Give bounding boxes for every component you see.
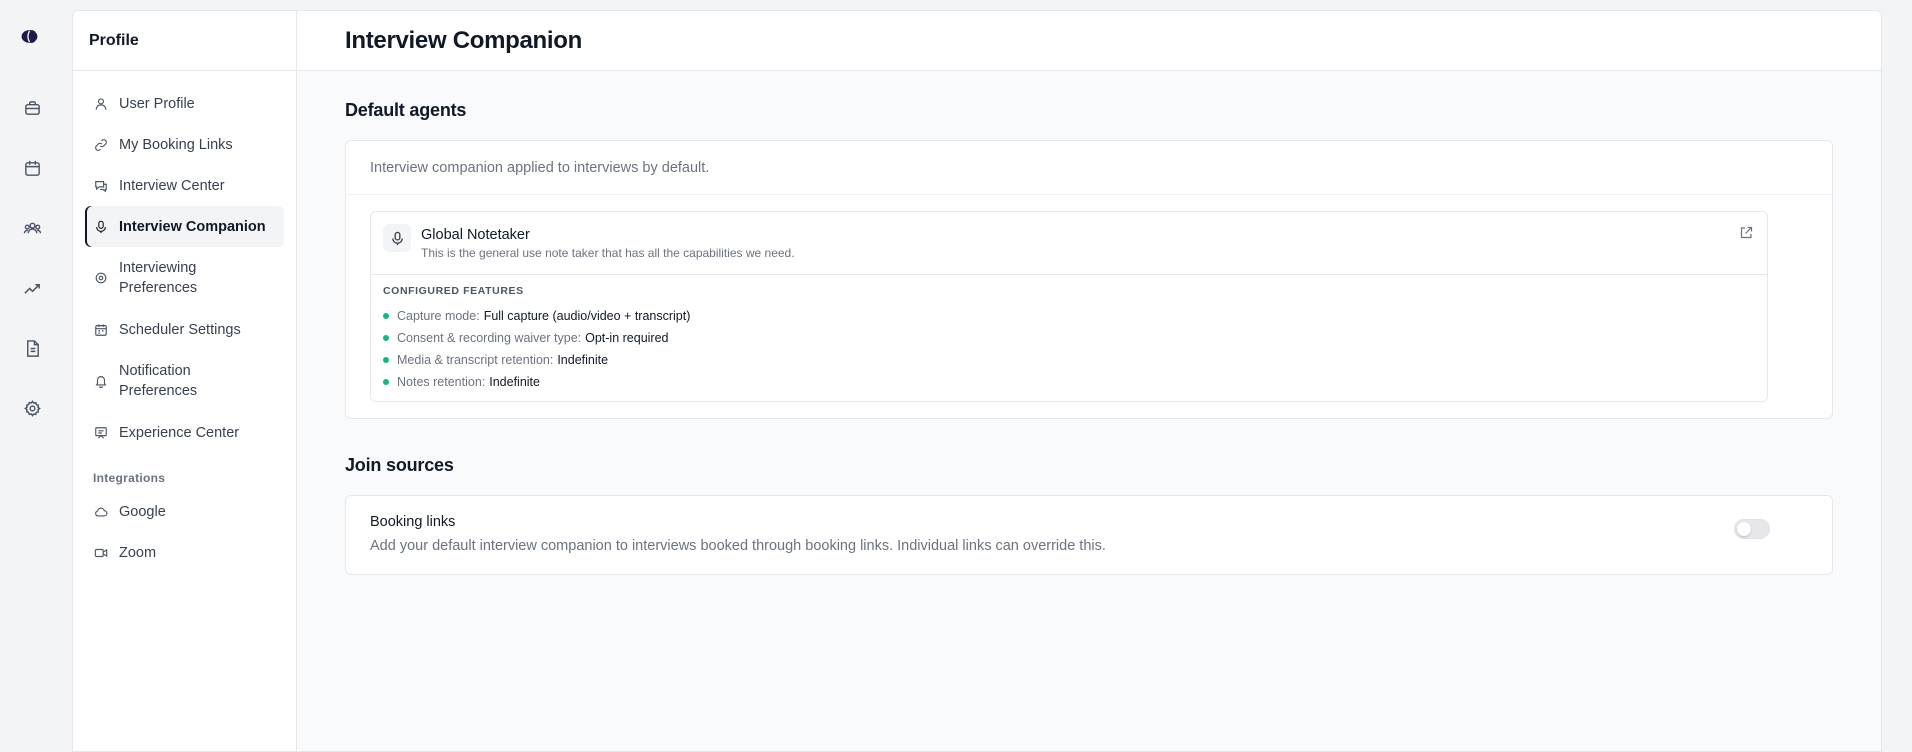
sidebar-item-label: Interviewing Preferences — [119, 260, 198, 296]
sidebar-item-label: Notification Preferences — [119, 363, 198, 399]
scrollbar[interactable] — [1882, 0, 1912, 752]
default-agents-description: Interview companion applied to interview… — [346, 141, 1832, 195]
booking-links-toggle[interactable] — [1734, 519, 1770, 539]
settings-shell: Profile User Profile My Booking Links In… — [72, 10, 1882, 752]
cloud-icon — [93, 504, 109, 520]
microphone-icon — [93, 219, 109, 235]
calendar-icon — [93, 322, 109, 338]
agent-name: Global Notetaker — [421, 227, 530, 243]
document-icon[interactable] — [20, 336, 44, 360]
profile-nav: User Profile My Booking Links Interview … — [73, 71, 296, 573]
sidebar-item-label: Google — [119, 503, 166, 520]
sidebar-item-interview-companion[interactable]: Interview Companion — [85, 206, 284, 247]
chat-icon — [93, 178, 109, 194]
agent-description: This is the general use note taker that … — [421, 246, 795, 260]
agent-card: Global Notetaker This is the general use… — [370, 211, 1768, 402]
sidebar-item-scheduler-settings[interactable]: Scheduler Settings — [85, 309, 284, 350]
sidebar-item-notification-preferences[interactable]: Notification Preferences — [85, 350, 284, 412]
logo-icon[interactable] — [20, 27, 44, 47]
sidebar-item-interview-center[interactable]: Interview Center — [85, 165, 284, 206]
agent-header: Global Notetaker This is the general use… — [371, 212, 1767, 275]
booking-links-card: Booking links Add your default interview… — [345, 495, 1833, 575]
feature-label: Consent & recording waiver type: — [397, 331, 582, 345]
status-dot — [383, 335, 389, 341]
status-dot — [383, 379, 389, 385]
feature-label: Media & transcript retention: — [397, 353, 554, 367]
feature-value: Opt-in required — [585, 331, 669, 345]
sidebar-item-interviewing-preferences[interactable]: Interviewing Preferences — [85, 247, 284, 309]
sidebar-item-label: Experience Center — [119, 424, 240, 441]
video-icon — [93, 545, 109, 561]
external-link-icon[interactable] — [1737, 224, 1755, 242]
users-icon[interactable] — [20, 216, 44, 240]
booking-links-description: Add your default interview companion to … — [370, 538, 1106, 554]
sidebar-item-label: Scheduler Settings — [119, 321, 241, 338]
status-dot — [383, 313, 389, 319]
briefcase-icon[interactable] — [20, 96, 44, 120]
agent-info: Global Notetaker This is the general use… — [421, 224, 795, 260]
main-content: Default agents Interview companion appli… — [297, 71, 1881, 751]
sidebar-title: Profile — [73, 11, 296, 71]
sidebar-item-experience-center[interactable]: Experience Center — [85, 412, 284, 453]
feature-value: Indefinite — [557, 353, 609, 367]
feature-label: Notes retention: — [397, 375, 486, 389]
bell-icon — [93, 373, 109, 389]
feature-label: Capture mode: — [397, 309, 480, 323]
feature-item: Consent & recording waiver type: Opt-in … — [383, 327, 1755, 349]
trending-icon[interactable] — [20, 276, 44, 300]
calendar-icon[interactable] — [20, 156, 44, 180]
configured-features: CONFIGURED FEATURES Capture mode: Full c… — [371, 275, 1767, 401]
features-title: CONFIGURED FEATURES — [383, 285, 524, 297]
booking-links-title: Booking links — [370, 514, 456, 530]
settings-icon[interactable] — [20, 396, 44, 420]
join-sources-heading: Join sources — [345, 455, 454, 475]
status-dot — [383, 357, 389, 363]
microphone-icon — [383, 224, 411, 252]
page-title: Interview Companion — [297, 11, 1881, 71]
sidebar-item-label: Interview Center — [119, 177, 225, 194]
feature-item: Media & transcript retention: Indefinite — [383, 349, 1755, 371]
toggle-knob — [1737, 522, 1751, 536]
presentation-icon — [93, 425, 109, 441]
sidebar-item-label: My Booking Links — [119, 136, 233, 153]
default-agents-card: Interview companion applied to interview… — [345, 140, 1833, 419]
feature-item: Notes retention: Indefinite — [383, 371, 1755, 393]
settings-icon — [93, 270, 109, 286]
sidebar-item-label: User Profile — [119, 95, 195, 112]
sidebar-item-label: Interview Companion — [119, 218, 266, 235]
feature-item: Capture mode: Full capture (audio/video … — [383, 305, 1755, 327]
profile-sidebar: Profile User Profile My Booking Links In… — [73, 11, 297, 751]
integrations-heading: Integrations — [93, 471, 166, 485]
sidebar-item-label: Zoom — [119, 544, 157, 561]
sidebar-item-user-profile[interactable]: User Profile — [85, 83, 284, 124]
sidebar-item-my-booking-links[interactable]: My Booking Links — [85, 124, 284, 165]
default-agents-heading: Default agents — [345, 100, 467, 120]
feature-value: Indefinite — [489, 375, 540, 389]
sidebar-item-zoom[interactable]: Zoom — [85, 532, 284, 573]
app-rail — [0, 0, 72, 752]
feature-value: Full capture (audio/video + transcript) — [483, 309, 691, 323]
link-icon — [93, 137, 109, 153]
sidebar-item-google[interactable]: Google — [85, 491, 284, 532]
user-icon — [93, 96, 109, 112]
